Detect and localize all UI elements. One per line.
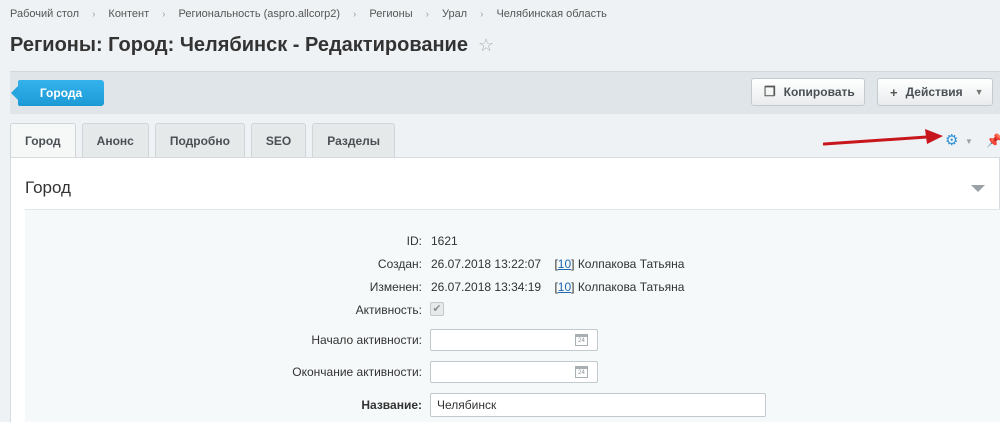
- modified-user-name: Колпакова Татьяна: [577, 280, 685, 294]
- field-active-to: Окончание активности: 24: [25, 361, 1000, 383]
- chevron-down-icon: ▼: [974, 87, 984, 97]
- form-body: ID: 1621 Создан: 26.07.2018 13:22:07 [10…: [25, 209, 1000, 422]
- actions-button[interactable]: + Действия ▼: [877, 78, 993, 106]
- breadcrumb-item-content[interactable]: Контент: [108, 8, 149, 20]
- field-label: Создан:: [377, 257, 422, 271]
- toolbar: Города ❐ Копировать + Действия ▼: [10, 71, 1000, 114]
- breadcrumb-item-chelyabinsk-oblast[interactable]: Челябинская область: [496, 8, 606, 20]
- field-label: Изменен:: [369, 280, 422, 294]
- field-label: Активность:: [355, 303, 422, 317]
- tab-label: Подробно: [169, 133, 230, 148]
- field-modified: Изменен: 26.07.2018 13:34:19 [10] Колпак…: [25, 277, 1000, 297]
- modified-user-id-link[interactable]: 10: [558, 280, 571, 294]
- page-title: Регионы: Город: Челябинск - Редактирован…: [10, 34, 468, 56]
- breadcrumb-separator-icon: ›: [92, 8, 96, 20]
- tab-label: SEO: [265, 133, 292, 148]
- page-title-row: Регионы: Город: Челябинск - Редактирован…: [10, 34, 494, 57]
- form-panel: Город ID: 1621 Создан: 26.07.2018 13:22:…: [10, 157, 1000, 422]
- active-checkbox[interactable]: ✔: [430, 302, 444, 316]
- breadcrumb-item-regionality[interactable]: Региональность (aspro.allcorp2): [179, 8, 341, 20]
- field-active-from: Начало активности: 24: [25, 329, 1000, 351]
- field-name: Название: Челябинск: [25, 393, 1000, 417]
- field-value: 26.07.2018 13:22:07 [10] Колпакова Татья…: [431, 257, 685, 271]
- tab-label: Разделы: [327, 133, 381, 148]
- breadcrumb-item-desktop[interactable]: Рабочий стол: [10, 8, 79, 20]
- breadcrumb-item-regions[interactable]: Регионы: [369, 8, 412, 20]
- breadcrumb-separator-icon: ›: [162, 8, 166, 20]
- field-value: 1621: [431, 234, 458, 248]
- name-input[interactable]: Челябинск: [430, 393, 766, 417]
- field-label: Начало активности:: [311, 333, 422, 347]
- field-id: ID: 1621: [25, 231, 1000, 251]
- collapse-triangle-icon[interactable]: [971, 185, 985, 192]
- field-active: Активность: ✔: [25, 300, 1000, 320]
- chevron-down-icon[interactable]: ▼: [965, 137, 973, 146]
- plus-icon: +: [890, 84, 898, 100]
- tab-announcement[interactable]: Анонс: [81, 123, 149, 157]
- tab-city[interactable]: Город: [10, 123, 76, 158]
- copy-icon: ❐: [764, 84, 776, 99]
- field-label: ID:: [406, 234, 422, 248]
- created-date: 26.07.2018 13:22:07: [431, 257, 542, 271]
- tab-seo[interactable]: SEO: [250, 123, 307, 157]
- field-label: Название:: [361, 398, 422, 412]
- modified-date: 26.07.2018 13:34:19: [431, 280, 542, 294]
- active-from-input[interactable]: 24: [430, 329, 598, 351]
- created-user-name: Колпакова Татьяна: [577, 257, 685, 271]
- back-to-cities-button[interactable]: Города: [11, 80, 104, 106]
- calendar-icon[interactable]: 24: [575, 366, 588, 378]
- field-created: Создан: 26.07.2018 13:22:07 [10] Колпако…: [25, 254, 1000, 274]
- favorite-star-icon[interactable]: ☆: [478, 35, 494, 56]
- tab-label: Город: [25, 134, 61, 148]
- calendar-icon[interactable]: 24: [575, 334, 588, 346]
- tab-bar: Город Анонс Подробно SEO Разделы: [10, 123, 401, 158]
- pin-icon[interactable]: 📌: [986, 133, 1000, 149]
- tab-sections[interactable]: Разделы: [312, 123, 396, 157]
- field-value: 26.07.2018 13:34:19 [10] Колпакова Татья…: [431, 280, 685, 294]
- actions-button-label: Действия: [905, 85, 963, 99]
- back-button-label: Города: [39, 86, 83, 100]
- field-label: Окончание активности:: [292, 365, 422, 379]
- created-user-id-link[interactable]: 10: [558, 257, 571, 271]
- active-to-input[interactable]: 24: [430, 361, 598, 383]
- breadcrumb-separator-icon: ›: [425, 8, 429, 20]
- tab-label: Анонс: [96, 133, 134, 148]
- breadcrumb-separator-icon: ›: [480, 8, 484, 20]
- section-title: Город: [25, 178, 71, 197]
- gear-icon[interactable]: ⚙: [945, 133, 958, 148]
- copy-button[interactable]: ❐ Копировать: [751, 78, 865, 106]
- tab-details[interactable]: Подробно: [154, 123, 245, 157]
- breadcrumb-item-ural[interactable]: Урал: [442, 8, 467, 20]
- copy-button-label: Копировать: [783, 85, 855, 99]
- annotation-arrow: [823, 129, 943, 146]
- breadcrumb-separator-icon: ›: [353, 8, 357, 20]
- breadcrumb: Рабочий стол › Контент › Региональность …: [10, 8, 607, 20]
